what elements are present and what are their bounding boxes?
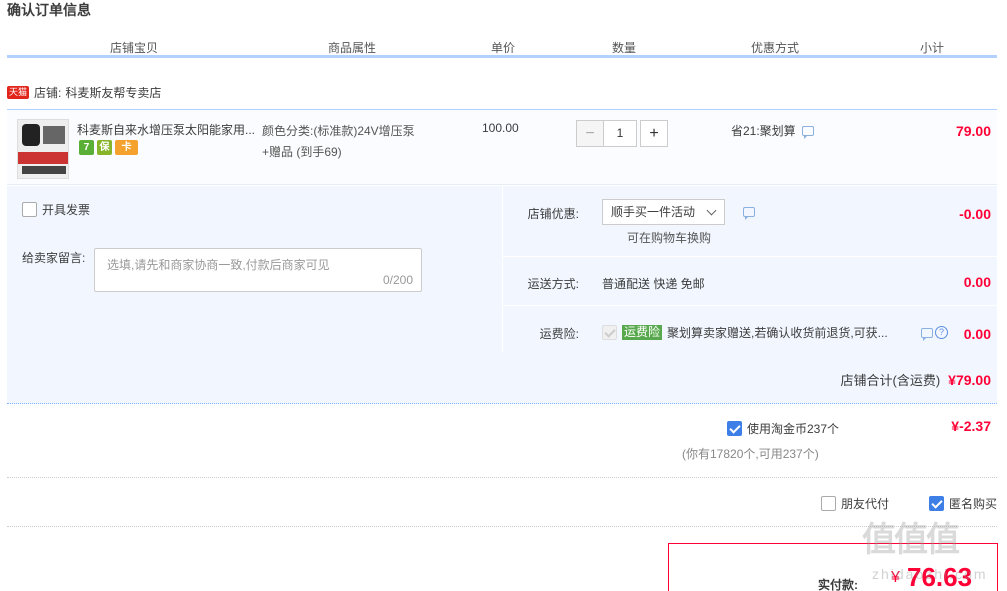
chat-icon[interactable] xyxy=(801,125,814,139)
shop-discount-row: 店铺优惠: 顺手买一件活动 可在购物车换购 -0.00 xyxy=(503,186,997,257)
guarantee-icon[interactable]: 保 xyxy=(97,140,112,155)
col-promotion: 优惠方式 xyxy=(751,41,800,55)
attr-line-2: +赠品 (到手69) xyxy=(262,145,342,159)
credit-card-icon[interactable]: 卡 xyxy=(115,140,138,155)
page-title: 确认订单信息 xyxy=(7,2,91,18)
shop-discount-label: 店铺优惠: xyxy=(527,207,579,221)
coins-available: (你有17820个,可用237个) xyxy=(682,447,819,461)
shop-name-link[interactable]: 科麦斯友帮专卖店 xyxy=(65,84,161,101)
insurance-label: 运费险: xyxy=(539,327,579,341)
help-icon[interactable]: ? xyxy=(935,326,949,339)
friend-pay-option[interactable]: 朋友代付 xyxy=(821,495,889,512)
message-textarea[interactable]: 选填,请先和商家协商一致,付款后商家可见 0/200 xyxy=(94,248,422,292)
shipping-row: 运送方式: 普通配送 快递 免邮 0.00 xyxy=(503,258,997,306)
promotion-text: 省21:聚划算 xyxy=(731,124,796,138)
chat-icon[interactable] xyxy=(743,207,755,220)
anonymous-option[interactable]: 匿名购买 xyxy=(929,495,997,512)
shipping-method: 普通配送 快递 免邮 xyxy=(602,277,705,291)
use-coins-label: 使用淘金币237个 xyxy=(747,422,840,436)
shop-label: 店铺: xyxy=(34,85,62,100)
item-subtotal: 79.00 xyxy=(955,123,991,139)
attr-line-1: 颜色分类:(标准款)24V增压泵 xyxy=(262,124,415,138)
qty-minus-button[interactable]: − xyxy=(576,120,604,147)
invoice-checkbox[interactable] xyxy=(22,202,37,217)
shipping-value: 0.00 xyxy=(963,274,991,290)
message-counter: 0/200 xyxy=(382,273,413,287)
col-shop-item: 店铺宝贝 xyxy=(110,41,159,55)
tmall-badge-icon: 天猫 xyxy=(7,85,30,99)
order-options-panel: 开具发票 给卖家留言: 选填,请先和商家协商一致,付款后商家可见 0/200 店… xyxy=(7,186,997,404)
col-attributes: 商品属性 xyxy=(328,41,377,55)
use-coins-checkbox[interactable] xyxy=(727,421,742,436)
unit-price: 100.00 xyxy=(482,121,519,135)
shop-total-value: ¥79.00 xyxy=(948,371,991,388)
invoice-option[interactable]: 开具发票 xyxy=(22,201,90,218)
shop-total-label: 店铺合计(含运费) xyxy=(840,373,941,388)
shop-discount-selected: 顺手买一件活动 xyxy=(611,205,696,219)
message-placeholder: 选填,请先和商家协商一致,付款后商家可见 xyxy=(107,258,330,272)
invoice-label: 开具发票 xyxy=(42,203,91,217)
quantity-stepper: − 1 + xyxy=(576,120,668,147)
anonymous-checkbox[interactable] xyxy=(929,496,944,511)
final-label: 实付款: xyxy=(818,578,858,591)
qty-plus-button[interactable]: + xyxy=(640,120,668,147)
product-thumbnail[interactable] xyxy=(17,119,69,179)
anonymous-label: 匿名购买 xyxy=(949,497,998,511)
chevron-down-icon xyxy=(706,205,717,216)
coin-row: 使用淘金币237个 (你有17820个,可用237个) ¥-2.37 xyxy=(7,405,997,478)
friend-pay-checkbox[interactable] xyxy=(821,496,836,511)
product-title-link[interactable]: 科麦斯自来水增压泵太阳能家用... xyxy=(77,121,259,138)
shop-total: 店铺合计(含运费) ¥79.00 xyxy=(841,370,992,389)
item-row: 科麦斯自来水增压泵太阳能家用... 7 保 卡 颜色分类:(标准款)24V增压泵… xyxy=(7,109,997,185)
options-left: 开具发票 给卖家留言: 选填,请先和商家协商一致,付款后商家可见 0/200 xyxy=(7,186,502,352)
col-subtotal: 小计 xyxy=(920,41,945,55)
insurance-tag: 运费险 xyxy=(622,325,663,340)
shipping-label: 运送方式: xyxy=(527,277,579,291)
service-icons: 7 保 卡 xyxy=(79,140,138,155)
insurance-checkbox xyxy=(602,325,617,340)
watermark-logo: 值值值 xyxy=(862,521,960,559)
qty-input[interactable]: 1 xyxy=(603,120,637,147)
message-label: 给卖家留言: xyxy=(22,251,86,265)
watermark-site: zhidaozhi.com xyxy=(872,566,988,582)
insurance-row: 运费险: 运费险 聚划算卖家赠送,若确认收货前退货,可获... ? 0.00 xyxy=(503,307,997,352)
product-attributes: 颜色分类:(标准款)24V增压泵 +赠品 (到手69) xyxy=(262,121,442,163)
friend-pay-label: 朋友代付 xyxy=(841,497,890,511)
column-header: 店铺宝贝 商品属性 单价 数量 优惠方式 小计 xyxy=(7,36,997,58)
shop-discount-sub: 可在购物车换购 xyxy=(627,231,712,245)
coins-value: ¥-2.37 xyxy=(951,418,991,434)
col-quantity: 数量 xyxy=(612,41,637,55)
shop-discount-value: -0.00 xyxy=(959,206,991,222)
use-coins-option[interactable]: 使用淘金币237个 xyxy=(727,420,839,437)
seven-day-return-icon[interactable]: 7 xyxy=(79,140,94,155)
payment-options: 朋友代付 匿名购买 xyxy=(7,479,997,527)
insurance-detail: 运费险 聚划算卖家赠送,若确认收货前退货,可获... ? xyxy=(602,324,949,341)
shop-row: 天猫 店铺: 科麦斯友帮专卖店 xyxy=(7,83,161,101)
insurance-value: 0.00 xyxy=(963,326,991,342)
col-unit-price: 单价 xyxy=(491,41,516,55)
options-right: 店铺优惠: 顺手买一件活动 可在购物车换购 -0.00 运送方式: 普通配送 快… xyxy=(503,186,997,352)
promotion: 省21:聚划算 xyxy=(731,122,814,139)
shop-discount-select[interactable]: 顺手买一件活动 xyxy=(602,199,725,225)
chat-icon[interactable] xyxy=(921,327,934,341)
insurance-text: 聚划算卖家赠送,若确认收货前退货,可获... xyxy=(667,326,888,340)
